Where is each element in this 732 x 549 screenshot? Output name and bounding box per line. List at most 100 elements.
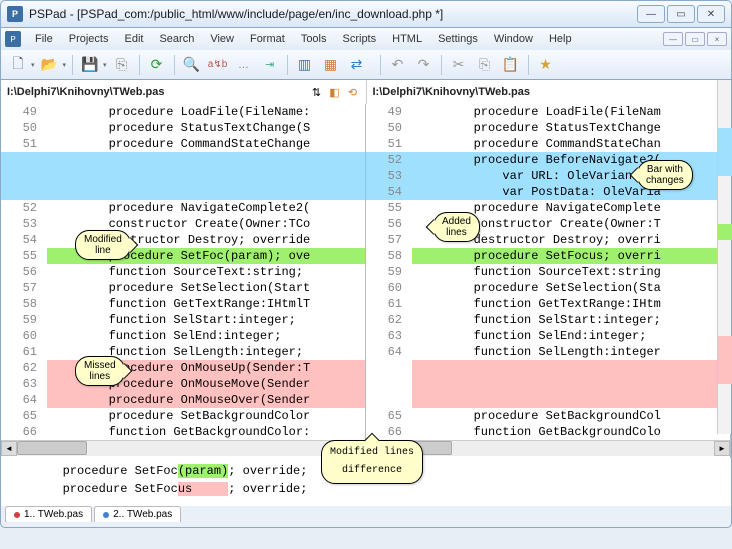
menu-file[interactable]: File: [27, 31, 61, 47]
gutter: 52: [366, 152, 412, 168]
menu-scripts[interactable]: Scripts: [335, 31, 385, 47]
left-editor[interactable]: 49 procedure LoadFile(FileName:50 proced…: [1, 104, 366, 458]
menu-tools[interactable]: Tools: [293, 31, 335, 47]
code-line[interactable]: 62 procedure OnMouseUp(Sender:T: [1, 360, 365, 376]
code-line[interactable]: 57 destructor Destroy; overri: [366, 232, 730, 248]
bookmark-button[interactable]: ★: [535, 54, 557, 76]
menu-format[interactable]: Format: [242, 31, 293, 47]
code-line[interactable]: [1, 184, 365, 200]
change-marker-bar[interactable]: [717, 80, 731, 434]
sync-scroll-icon[interactable]: ⇅: [310, 85, 324, 99]
search-button[interactable]: 🔍: [181, 54, 203, 76]
redo-button[interactable]: ↷: [413, 54, 435, 76]
minimize-button[interactable]: —: [637, 5, 665, 23]
code-line[interactable]: 52 procedure NavigateComplete2(: [1, 200, 365, 216]
mdi-minimize-button[interactable]: —: [663, 32, 683, 46]
code-line[interactable]: 63 function SelEnd:integer;: [366, 328, 730, 344]
code-line[interactable]: [366, 360, 730, 376]
compare-button[interactable]: ▥: [294, 54, 316, 76]
code-line[interactable]: 58 function GetTextRange:IHtmlT: [1, 296, 365, 312]
code-line[interactable]: 50 procedure StatusTextChange: [366, 120, 730, 136]
code-line[interactable]: 66 function GetBackgroundColo: [366, 424, 730, 440]
maximize-button[interactable]: ▭: [667, 5, 695, 23]
code-line[interactable]: 58 procedure SetFocus; overri: [366, 248, 730, 264]
code-line[interactable]: 59 function SourceText:string: [366, 264, 730, 280]
code-line[interactable]: 56 constructor Create(Owner:T: [366, 216, 730, 232]
code-content: procedure SetBackgroundColor: [47, 408, 365, 424]
cut-button[interactable]: ✂: [448, 54, 470, 76]
code-line[interactable]: 64 function SelLength:integer: [366, 344, 730, 360]
menu-search[interactable]: Search: [151, 31, 202, 47]
code-line[interactable]: 49 procedure LoadFile(FileNam: [366, 104, 730, 120]
menu-settings[interactable]: Settings: [430, 31, 486, 47]
new-file-button[interactable]: 🗋: [7, 54, 29, 76]
code-line[interactable]: 49 procedure LoadFile(FileName:: [1, 104, 365, 120]
paste-button[interactable]: 📋: [500, 54, 522, 76]
sync-button[interactable]: ⇄: [346, 54, 368, 76]
code-line[interactable]: 51 procedure CommandStateChan: [366, 136, 730, 152]
scrollbar-h-left[interactable]: ◄►: [1, 440, 365, 456]
menubar: P FileProjectsEditSearchViewFormatToolsS…: [0, 28, 732, 50]
code-line[interactable]: 60 function SelEnd:integer;: [1, 328, 365, 344]
gutter: 61: [1, 344, 47, 360]
menu-help[interactable]: Help: [541, 31, 580, 47]
code-line[interactable]: [1, 168, 365, 184]
code-line[interactable]: 66 function GetBackgroundColor:: [1, 424, 365, 440]
code-line[interactable]: 63 procedure OnMouseMove(Sender: [1, 376, 365, 392]
code-line[interactable]: 60 procedure SetSelection(Sta: [366, 280, 730, 296]
mdi-restore-button[interactable]: ▭: [685, 32, 705, 46]
save-all-button[interactable]: ⎘: [111, 54, 133, 76]
app-icon: P: [7, 6, 23, 22]
menu-view[interactable]: View: [202, 31, 242, 47]
tab-file-2[interactable]: 2.. TWeb.pas: [94, 506, 181, 522]
code-content: function GetTextRange:IHtmlT: [47, 296, 365, 312]
code-content: function SourceText:string;: [47, 264, 365, 280]
code-line[interactable]: 51 procedure CommandStateChange: [1, 136, 365, 152]
code-line[interactable]: 61 function GetTextRange:IHtm: [366, 296, 730, 312]
save-button[interactable]: 💾: [79, 54, 101, 76]
refresh-compare-icon[interactable]: ⟲: [346, 85, 360, 99]
code-line[interactable]: 61 function SelLength:integer;: [1, 344, 365, 360]
code-line[interactable]: [366, 392, 730, 408]
replace-button[interactable]: a↯b: [207, 54, 229, 76]
tab-file-1[interactable]: 1.. TWeb.pas: [5, 506, 92, 522]
copy-button[interactable]: ⎘: [474, 54, 496, 76]
code-line[interactable]: 55 procedure NavigateComplete: [366, 200, 730, 216]
code-line[interactable]: 56 function SourceText:string;: [1, 264, 365, 280]
code-content: function SelEnd:integer;: [412, 328, 730, 344]
code-line[interactable]: [366, 376, 730, 392]
close-button[interactable]: ✕: [697, 5, 725, 23]
refresh-button[interactable]: ⟳: [146, 54, 168, 76]
mdi-close-button[interactable]: ×: [707, 32, 727, 46]
gutter: 62: [1, 360, 47, 376]
code-line[interactable]: 62 function SelStart:integer;: [366, 312, 730, 328]
code-line[interactable]: 50 procedure StatusTextChange(S: [1, 120, 365, 136]
right-editor[interactable]: 49 procedure LoadFile(FileNam50 procedur…: [366, 104, 731, 458]
code-line[interactable]: 65 procedure SetBackgroundCol: [366, 408, 730, 424]
menu-edit[interactable]: Edit: [116, 31, 151, 47]
gutter: 64: [1, 392, 47, 408]
menu-window[interactable]: Window: [486, 31, 541, 47]
undo-button[interactable]: ↶: [387, 54, 409, 76]
code-line[interactable]: [1, 152, 365, 168]
find-next-button[interactable]: …: [233, 54, 255, 76]
code-content: function GetTextRange:IHtm: [412, 296, 730, 312]
open-file-button[interactable]: 📂: [39, 54, 61, 76]
goto-button[interactable]: ⇥: [259, 54, 281, 76]
doc-icon: P: [5, 31, 21, 47]
diff-button[interactable]: ▦: [320, 54, 342, 76]
code-line[interactable]: 55 procedure SetFoc(param); ove: [1, 248, 365, 264]
compare-icon[interactable]: ◧: [328, 85, 342, 99]
gutter: [1, 152, 47, 168]
diff-detail-pane: procedure SetFoc(param); override; proce…: [0, 458, 732, 506]
menu-projects[interactable]: Projects: [61, 31, 117, 47]
code-line[interactable]: 54 destructor Destroy; override: [1, 232, 365, 248]
code-line[interactable]: 59 function SelStart:integer;: [1, 312, 365, 328]
code-line[interactable]: 65 procedure SetBackgroundColor: [1, 408, 365, 424]
code-line[interactable]: 53 constructor Create(Owner:TCo: [1, 216, 365, 232]
code-line[interactable]: 64 procedure OnMouseOver(Sender: [1, 392, 365, 408]
code-line[interactable]: 57 procedure SetSelection(Start: [1, 280, 365, 296]
code-content: procedure StatusTextChange: [412, 120, 730, 136]
gutter: 60: [1, 328, 47, 344]
menu-html[interactable]: HTML: [384, 31, 430, 47]
